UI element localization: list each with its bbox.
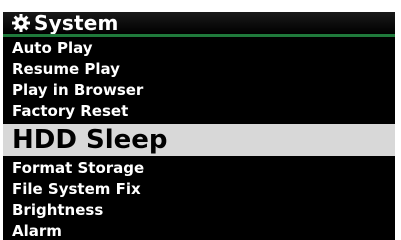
menu-item-file-system-fix[interactable]: File System Fix bbox=[3, 179, 395, 200]
menu-item-auto-play[interactable]: Auto Play bbox=[3, 38, 395, 59]
gear-icon bbox=[11, 13, 31, 33]
menu-item-factory-reset[interactable]: Factory Reset bbox=[3, 101, 395, 122]
menu-item-alarm[interactable]: Alarm bbox=[3, 221, 395, 240]
system-menu: Auto Play Resume Play Play in Browser Fa… bbox=[3, 38, 395, 240]
header: System bbox=[3, 12, 395, 34]
menu-item-hdd-sleep[interactable]: HDD Sleep bbox=[3, 124, 395, 156]
menu-item-brightness[interactable]: Brightness bbox=[3, 200, 395, 221]
menu-item-play-in-browser[interactable]: Play in Browser bbox=[3, 80, 395, 101]
device-screen: System Auto Play Resume Play Play in Bro… bbox=[3, 12, 395, 240]
header-divider bbox=[3, 34, 395, 37]
menu-item-resume-play[interactable]: Resume Play bbox=[3, 59, 395, 80]
page-title: System bbox=[34, 12, 119, 35]
menu-item-format-storage[interactable]: Format Storage bbox=[3, 158, 395, 179]
